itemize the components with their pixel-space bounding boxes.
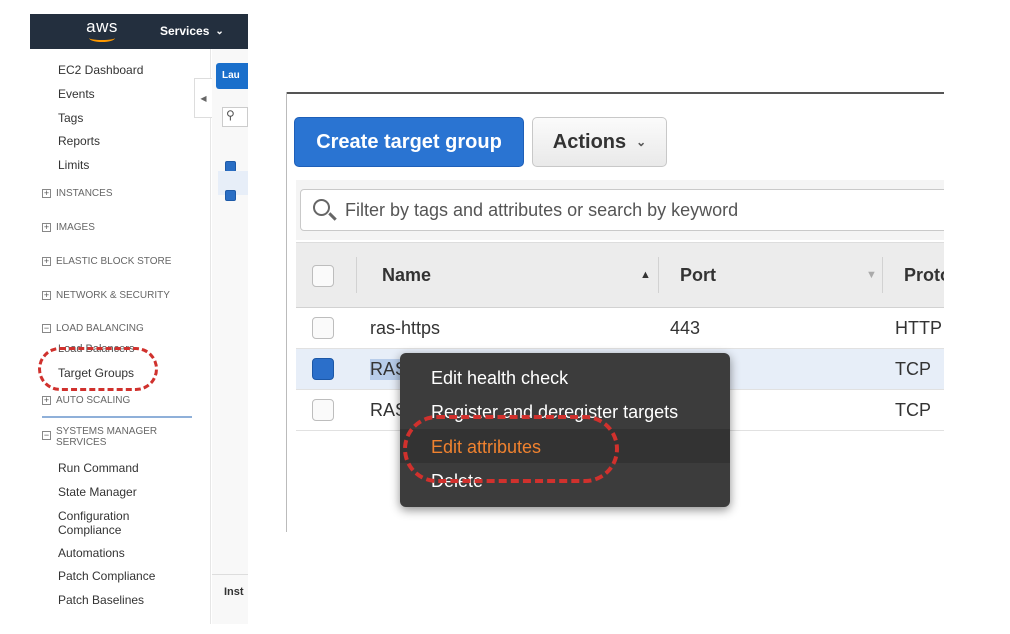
sidebar-section-auto-scaling[interactable]: + AUTO SCALING xyxy=(42,395,130,406)
divider xyxy=(286,92,944,94)
aws-logo[interactable]: aws xyxy=(82,17,122,45)
sidebar-section-systems-manager[interactable]: − SYSTEMS MANAGER SERVICES xyxy=(42,426,162,448)
expand-icon: + xyxy=(42,290,51,300)
search-icon[interactable]: ⚲ xyxy=(222,107,248,127)
select-all-checkbox[interactable] xyxy=(312,265,334,287)
column-header-protocol[interactable]: Proto xyxy=(904,265,944,286)
annotation-highlight-edit-attributes xyxy=(403,415,619,483)
sidebar-item-tags[interactable]: Tags xyxy=(58,111,83,125)
cell-protocol: TCP xyxy=(895,400,931,420)
sidebar-section-instances[interactable]: + INSTANCES xyxy=(42,188,113,199)
expand-icon: + xyxy=(42,188,51,198)
section-label: NETWORK & SECURITY xyxy=(56,290,170,301)
create-target-group-button[interactable]: Create target group xyxy=(294,117,524,167)
cell-port: 443 xyxy=(670,318,701,338)
sort-descending-icon[interactable]: ▼ xyxy=(866,269,877,281)
actions-context-menu: Edit health check Register and deregiste… xyxy=(400,353,730,507)
row-checkbox[interactable] xyxy=(225,190,236,201)
bottom-panel-tab[interactable]: Inst xyxy=(224,586,244,598)
launch-button[interactable]: Lau xyxy=(216,63,248,89)
table-header: Name ▲ Port ▼ Proto xyxy=(296,242,944,308)
actions-dropdown-button[interactable]: Actions ⌄ xyxy=(532,117,667,167)
sidebar-item-configuration-compliance[interactable]: Configuration Compliance xyxy=(58,509,148,537)
table-row[interactable]: ras-https 443 HTTP xyxy=(296,308,944,349)
filter-placeholder: Filter by tags and attributes or search … xyxy=(345,199,739,220)
sidebar-item-run-command[interactable]: Run Command xyxy=(58,461,139,475)
menu-item-edit-health-check[interactable]: Edit health check xyxy=(431,368,568,389)
row-checkbox[interactable] xyxy=(312,317,334,339)
section-label: ELASTIC BLOCK STORE xyxy=(56,256,172,267)
sidebar-item-state-manager[interactable]: State Manager xyxy=(58,485,137,499)
row-checkbox[interactable] xyxy=(312,358,334,380)
search-icon xyxy=(311,197,337,223)
section-label: AUTO SCALING xyxy=(56,395,131,406)
sidebar-section-network[interactable]: + NETWORK & SECURITY xyxy=(42,290,170,301)
services-label: Services xyxy=(160,24,210,38)
sidebar-item-patch-compliance[interactable]: Patch Compliance xyxy=(58,569,155,583)
sidebar-item-automations[interactable]: Automations xyxy=(58,546,125,560)
aws-smile-icon xyxy=(89,34,115,42)
sidebar-item-ec2-dashboard[interactable]: EC2 Dashboard xyxy=(58,63,143,77)
annotation-highlight-target-groups xyxy=(38,347,158,391)
cell-protocol: TCP xyxy=(895,359,931,379)
column-divider xyxy=(658,257,659,293)
section-label: LOAD BALANCING xyxy=(56,323,144,334)
expand-icon: + xyxy=(42,395,51,405)
filter-search-input[interactable]: Filter by tags and attributes or search … xyxy=(300,189,944,231)
sidebar-item-events[interactable]: Events xyxy=(58,87,95,101)
sidebar-section-load-balancing[interactable]: − LOAD BALANCING xyxy=(42,323,144,334)
section-label: INSTANCES xyxy=(56,188,113,199)
sidebar-collapse-button[interactable]: ◀ xyxy=(194,78,212,118)
expand-icon: + xyxy=(42,222,51,232)
sidebar-item-patch-baselines[interactable]: Patch Baselines xyxy=(58,593,144,607)
services-menu-button[interactable]: Services ⌄ xyxy=(160,24,224,38)
content-strip: Lau ⚲ Inst xyxy=(212,49,248,624)
sidebar-item-limits[interactable]: Limits xyxy=(58,158,89,172)
section-label: IMAGES xyxy=(56,222,95,233)
target-groups-zoom: Create target group Actions ⌄ Filter by … xyxy=(286,92,944,532)
expand-icon: + xyxy=(42,256,51,266)
chevron-down-icon: ⌄ xyxy=(215,25,224,37)
column-header-port[interactable]: Port xyxy=(680,265,716,286)
section-label: SYSTEMS MANAGER SERVICES xyxy=(56,426,158,448)
ec2-sidebar: EC2 Dashboard Events Tags Reports Limits… xyxy=(30,49,211,624)
actions-label: Actions xyxy=(552,130,627,153)
column-divider xyxy=(882,257,883,293)
column-divider xyxy=(356,257,357,293)
sidebar-section-images[interactable]: + IMAGES xyxy=(42,222,95,233)
collapse-icon: − xyxy=(42,430,51,440)
aws-top-nav: aws Services ⌄ xyxy=(30,14,248,49)
cell-protocol: HTTP xyxy=(895,318,942,338)
divider xyxy=(212,574,248,575)
ec2-console-overview: aws Services ⌄ EC2 Dashboard Events Tags… xyxy=(30,14,248,624)
sort-ascending-icon[interactable]: ▲ xyxy=(640,269,651,281)
collapse-icon: − xyxy=(42,323,51,333)
sidebar-section-ebs[interactable]: + ELASTIC BLOCK STORE xyxy=(42,256,171,267)
sidebar-item-reports[interactable]: Reports xyxy=(58,134,100,148)
cell-name: ras-https xyxy=(370,318,441,338)
divider xyxy=(286,92,287,532)
row-checkbox[interactable] xyxy=(312,399,334,421)
chevron-down-icon: ⌄ xyxy=(636,135,647,149)
column-header-name[interactable]: Name xyxy=(382,265,431,286)
selection-underline xyxy=(42,416,192,418)
